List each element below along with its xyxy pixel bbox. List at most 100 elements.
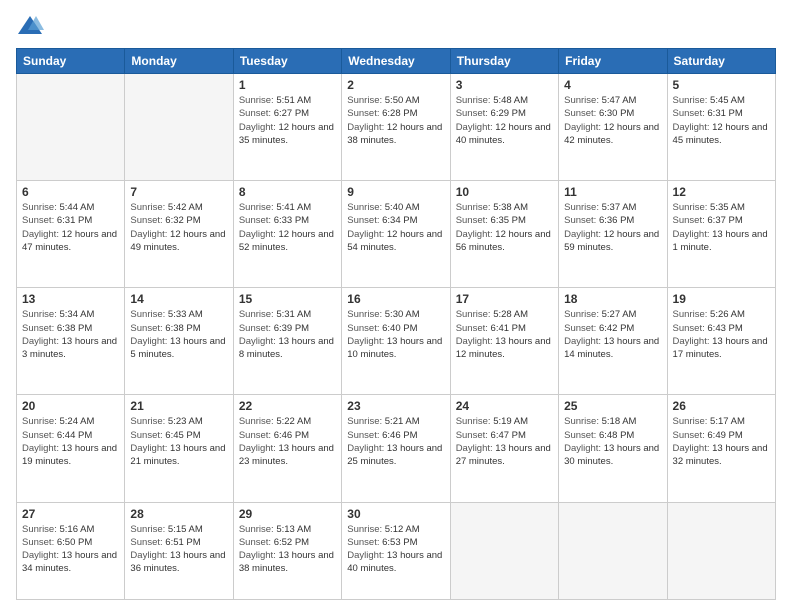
day-info: Sunrise: 5:27 AMSunset: 6:42 PMDaylight:… — [564, 308, 661, 361]
day-info: Sunrise: 5:23 AMSunset: 6:45 PMDaylight:… — [130, 415, 227, 468]
daylight-label: Daylight: — [347, 122, 387, 133]
day-number: 29 — [239, 507, 336, 521]
sunrise-label: Sunrise: — [673, 95, 711, 106]
day-info: Sunrise: 5:30 AMSunset: 6:40 PMDaylight:… — [347, 308, 444, 361]
sunset-label: Sunset: — [347, 537, 382, 548]
sunrise-label: Sunrise: — [239, 95, 277, 106]
calendar-cell: 29 Sunrise: 5:13 AMSunset: 6:52 PMDayligh… — [233, 502, 341, 599]
day-number: 10 — [456, 185, 553, 199]
day-info: Sunrise: 5:17 AMSunset: 6:49 PMDaylight:… — [673, 415, 770, 468]
calendar-cell: 10Sunrise: 5:38 AMSunset: 6:35 PMDayligh… — [450, 181, 558, 288]
calendar-cell: 23Sunrise: 5:21 AMSunset: 6:46 PMDayligh… — [342, 395, 450, 502]
daylight-label: Daylight: — [564, 229, 604, 240]
day-number: 19 — [673, 292, 770, 306]
sunset-label: Sunset: — [564, 323, 599, 334]
day-number: 6 — [22, 185, 119, 199]
day-info: Sunrise: 5:42 AMSunset: 6:32 PMDaylight:… — [130, 201, 227, 254]
calendar-cell: 1Sunrise: 5:51 AMSunset: 6:27 PMDaylight… — [233, 74, 341, 181]
daylight-label: Daylight: — [673, 443, 713, 454]
daylight-label: Daylight: — [456, 122, 496, 133]
day-of-week-monday: Monday — [125, 49, 233, 74]
day-number: 15 — [239, 292, 336, 306]
day-info: Sunrise: 5:13 AMSunset: 6:52 PMDaylight:… — [239, 523, 336, 576]
day-number: 18 — [564, 292, 661, 306]
day-number: 13 — [22, 292, 119, 306]
sunset-label: Sunset: — [22, 215, 57, 226]
daylight-label: Daylight: — [239, 443, 279, 454]
sunset-label: Sunset: — [456, 430, 491, 441]
header — [16, 12, 776, 40]
sunrise-label: Sunrise: — [564, 202, 602, 213]
calendar-cell: 6 Sunrise: 5:44 AMSunset: 6:31 PMDaylight… — [17, 181, 125, 288]
day-info: Sunrise: 5:24 AMSunset: 6:44 PMDaylight:… — [22, 415, 119, 468]
sunrise-label: Sunrise: — [347, 309, 385, 320]
calendar-cell — [125, 74, 233, 181]
calendar-cell: 15 Sunrise: 5:31 AMSunset: 6:39 PMDayligh… — [233, 288, 341, 395]
calendar-cell: 12Sunrise: 5:35 AMSunset: 6:37 PMDayligh… — [667, 181, 775, 288]
day-number: 17 — [456, 292, 553, 306]
sunrise-label: Sunrise: — [22, 524, 60, 535]
day-number: 9 — [347, 185, 444, 199]
calendar-cell: 30Sunrise: 5:12 AMSunset: 6:53 PMDayligh… — [342, 502, 450, 599]
day-info: Sunrise: 5:15 AMSunset: 6:51 PMDaylight:… — [130, 523, 227, 576]
daylight-label: Daylight: — [130, 550, 170, 561]
calendar-week-5: 27 Sunrise: 5:16 AMSunset: 6:50 PMDayligh… — [17, 502, 776, 599]
daylight-label: Daylight: — [673, 229, 713, 240]
sunrise-label: Sunrise: — [130, 524, 168, 535]
day-info: Sunrise: 5:16 AMSunset: 6:50 PMDaylight:… — [22, 523, 119, 576]
calendar-cell: 5 Sunrise: 5:45 AMSunset: 6:31 PMDaylight… — [667, 74, 775, 181]
sunrise-label: Sunrise: — [673, 309, 711, 320]
calendar-cell: 8Sunrise: 5:41 AMSunset: 6:33 PMDaylight… — [233, 181, 341, 288]
calendar-cell: 27 Sunrise: 5:16 AMSunset: 6:50 PMDayligh… — [17, 502, 125, 599]
day-info: Sunrise: 5:31 AMSunset: 6:39 PMDaylight:… — [239, 308, 336, 361]
day-info: Sunrise: 5:41 AMSunset: 6:33 PMDaylight:… — [239, 201, 336, 254]
daylight-label: Daylight: — [239, 122, 279, 133]
daylight-label: Daylight: — [456, 229, 496, 240]
daylight-label: Daylight: — [673, 336, 713, 347]
sunset-label: Sunset: — [130, 430, 165, 441]
day-of-week-thursday: Thursday — [450, 49, 558, 74]
day-info: Sunrise: 5:28 AMSunset: 6:41 PMDaylight:… — [456, 308, 553, 361]
day-number: 7 — [130, 185, 227, 199]
day-info: Sunrise: 5:18 AMSunset: 6:48 PMDaylight:… — [564, 415, 661, 468]
calendar-cell: 9Sunrise: 5:40 AMSunset: 6:34 PMDaylight… — [342, 181, 450, 288]
sunrise-label: Sunrise: — [239, 416, 277, 427]
sunrise-label: Sunrise: — [564, 95, 602, 106]
sunset-label: Sunset: — [239, 323, 274, 334]
sunrise-label: Sunrise: — [673, 202, 711, 213]
calendar-cell: 4Sunrise: 5:47 AMSunset: 6:30 PMDaylight… — [559, 74, 667, 181]
calendar-cell: 19Sunrise: 5:26 AMSunset: 6:43 PMDayligh… — [667, 288, 775, 395]
calendar-cell: 11Sunrise: 5:37 AMSunset: 6:36 PMDayligh… — [559, 181, 667, 288]
daylight-label: Daylight: — [130, 336, 170, 347]
calendar-week-3: 13Sunrise: 5:34 AMSunset: 6:38 PMDayligh… — [17, 288, 776, 395]
day-info: Sunrise: 5:45 AMSunset: 6:31 PMDaylight:… — [673, 94, 770, 147]
daylight-label: Daylight: — [130, 229, 170, 240]
day-number: 5 — [673, 78, 770, 92]
calendar-cell: 25Sunrise: 5:18 AMSunset: 6:48 PMDayligh… — [559, 395, 667, 502]
sunset-label: Sunset: — [673, 108, 708, 119]
day-of-week-wednesday: Wednesday — [342, 49, 450, 74]
daylight-label: Daylight: — [564, 443, 604, 454]
sunset-label: Sunset: — [564, 108, 599, 119]
daylight-label: Daylight: — [456, 336, 496, 347]
day-number: 24 — [456, 399, 553, 413]
day-number: 3 — [456, 78, 553, 92]
day-number: 28 — [130, 507, 227, 521]
sunset-label: Sunset: — [564, 215, 599, 226]
calendar-cell: 28 Sunrise: 5:15 AMSunset: 6:51 PMDayligh… — [125, 502, 233, 599]
calendar-cell: 26Sunrise: 5:17 AMSunset: 6:49 PMDayligh… — [667, 395, 775, 502]
daylight-label: Daylight: — [22, 550, 62, 561]
logo — [16, 12, 48, 40]
day-info: Sunrise: 5:44 AMSunset: 6:31 PMDaylight:… — [22, 201, 119, 254]
sunset-label: Sunset: — [347, 108, 382, 119]
sunrise-label: Sunrise: — [456, 202, 494, 213]
daylight-label: Daylight: — [673, 122, 713, 133]
day-of-week-tuesday: Tuesday — [233, 49, 341, 74]
daylight-label: Daylight: — [347, 550, 387, 561]
day-number: 30 — [347, 507, 444, 521]
calendar-cell: 18 Sunrise: 5:27 AMSunset: 6:42 PMDayligh… — [559, 288, 667, 395]
daylight-label: Daylight: — [239, 550, 279, 561]
calendar-cell — [17, 74, 125, 181]
day-number: 27 — [22, 507, 119, 521]
daylight-label: Daylight: — [22, 443, 62, 454]
